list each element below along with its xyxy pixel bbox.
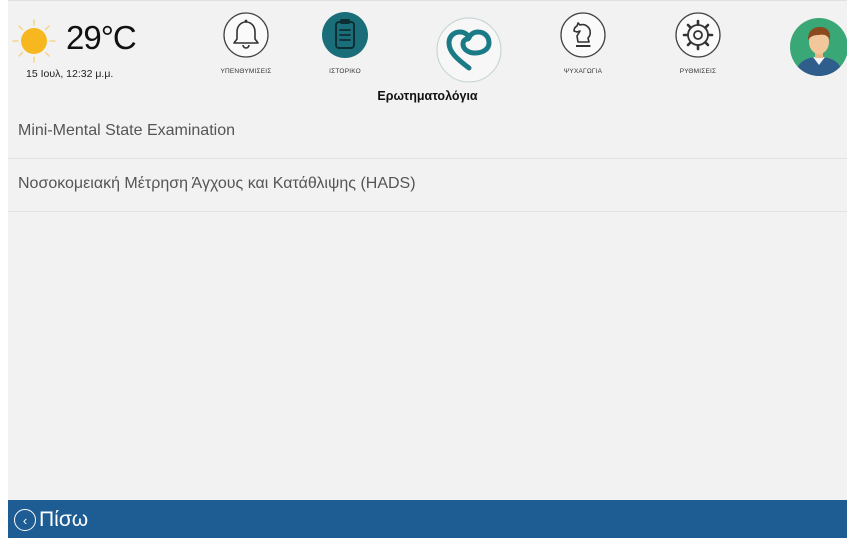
nav-entertainment-button[interactable]: ΨΥΧΑΓΩΓΙΑ bbox=[538, 11, 628, 83]
back-label: Πίσω bbox=[39, 508, 89, 531]
bottom-bar: ‹ Πίσω bbox=[8, 500, 847, 538]
nav-reminders-label: ΥΠΕΝΘΥΜΙΣΕΙΣ bbox=[220, 68, 272, 75]
gear-icon bbox=[675, 12, 721, 58]
list-item-mmse[interactable]: Mini-Mental State Examination bbox=[8, 106, 847, 159]
nav-entertainment-label: ΨΥΧΑΓΩΓΙΑ bbox=[563, 68, 603, 75]
nav-history-label: ΙΣΤΟΡΙΚΟ bbox=[329, 68, 361, 75]
sun-icon bbox=[12, 19, 56, 63]
user-avatar[interactable] bbox=[789, 17, 847, 77]
app-frame: 29°C 15 Ιουλ, 12:32 μ.μ. ΥΠΕΝΘΥΜΙΣΕΙΣ ΙΣ… bbox=[8, 0, 847, 538]
nav-reminders-button[interactable]: ΥΠΕΝΘΥΜΙΣΕΙΣ bbox=[201, 11, 291, 83]
home-heart-button[interactable] bbox=[435, 16, 503, 84]
date-time: 15 Ιουλ, 12:32 μ.μ. bbox=[26, 68, 114, 80]
list-item-hads[interactable]: Νοσοκομειακή Μέτρηση Άγχους και Κατάθλιψ… bbox=[8, 159, 847, 212]
user-avatar-icon bbox=[790, 18, 847, 76]
clipboard-icon bbox=[322, 12, 368, 58]
top-bar: 29°C 15 Ιουλ, 12:32 μ.μ. ΥΠΕΝΘΥΜΙΣΕΙΣ ΙΣ… bbox=[8, 0, 847, 86]
chevron-left-icon: ‹ bbox=[14, 509, 36, 531]
page-title: Ερωτηματολόγια bbox=[377, 89, 478, 103]
chess-knight-icon bbox=[560, 12, 606, 58]
nav-settings-label: ΡΥΘΜΙΣΕΙΣ bbox=[679, 68, 717, 75]
bell-icon bbox=[223, 12, 269, 58]
temperature: 29°C bbox=[66, 19, 137, 56]
questionnaire-list: Mini-Mental State Examination Νοσοκομεια… bbox=[8, 106, 847, 212]
nav-history-button[interactable]: ΙΣΤΟΡΙΚΟ bbox=[300, 11, 390, 83]
weather-widget: 29°C 15 Ιουλ, 12:32 μ.μ. bbox=[12, 13, 172, 83]
nav-settings-button[interactable]: ΡΥΘΜΙΣΕΙΣ bbox=[653, 11, 743, 83]
heart-logo-icon bbox=[436, 17, 502, 83]
back-button[interactable]: ‹ Πίσω bbox=[14, 505, 88, 535]
